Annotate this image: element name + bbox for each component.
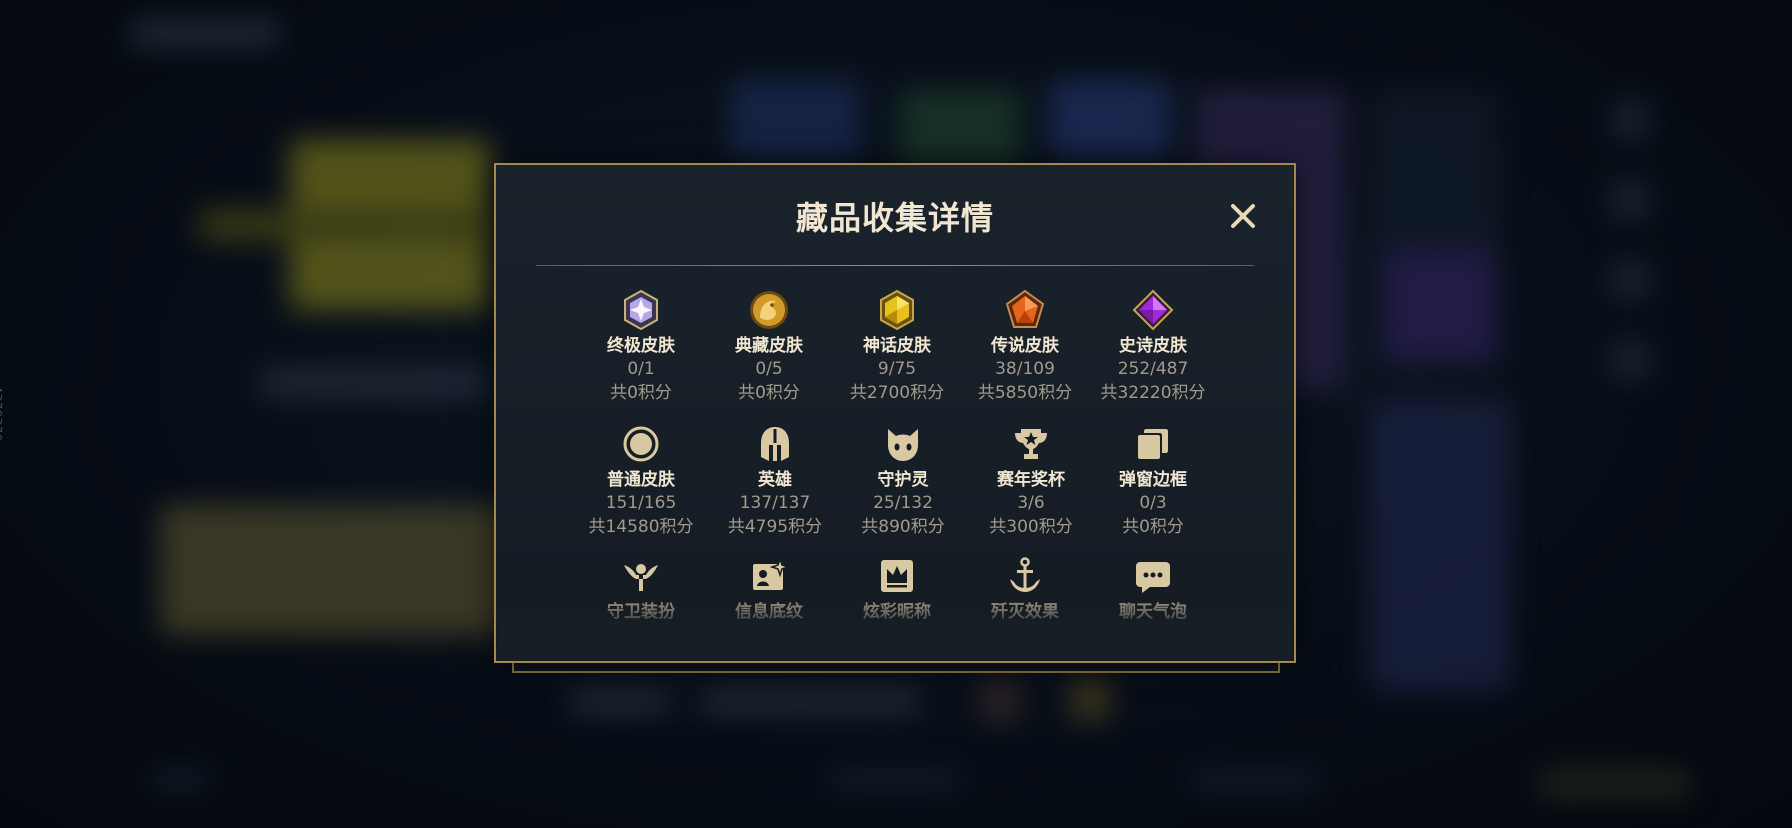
item-label: 信息底纹 xyxy=(735,602,803,622)
item-points: 共2700积分 xyxy=(849,383,945,403)
item-count: 137/137 xyxy=(739,493,811,513)
info-banner-icon xyxy=(753,556,790,590)
item-label: 歼灭效果 xyxy=(991,602,1059,622)
ultimate-skin-icon xyxy=(624,289,658,331)
close-button[interactable] xyxy=(1228,201,1258,231)
collection-item-mythic-skin[interactable]: 神话皮肤 9/75 共2700积分 xyxy=(832,289,962,405)
little-legend-icon xyxy=(888,429,918,461)
item-points: 共14580积分 xyxy=(588,517,694,537)
collection-item-legendary-skin[interactable]: 传说皮肤 38/109 共5850积分 xyxy=(960,289,1090,405)
modal-footer-trim xyxy=(512,663,1280,673)
bg-side-button xyxy=(1610,260,1650,300)
ward-skin-icon xyxy=(624,564,658,591)
collection-item-little-legend[interactable]: 守护灵 25/132 共890积分 xyxy=(838,423,968,539)
item-label: 守护灵 xyxy=(877,470,929,490)
item-label: 聊天气泡 xyxy=(1119,602,1187,622)
item-count: 3/6 xyxy=(1017,493,1045,513)
nickname-crown-icon xyxy=(881,560,913,592)
item-points: 共0积分 xyxy=(610,383,672,403)
prestige-skin-icon xyxy=(750,291,788,329)
item-label: 英雄 xyxy=(758,470,792,490)
collection-item-info-banner[interactable]: 信息底纹 xyxy=(704,555,834,623)
title-divider xyxy=(536,265,1254,266)
bg-bar xyxy=(570,690,670,712)
item-label: 终极皮肤 xyxy=(607,336,675,356)
bg-tile xyxy=(900,90,1020,170)
bg-panel xyxy=(1370,400,1510,690)
standard-skin-icon xyxy=(623,426,659,462)
item-count: 0/1 xyxy=(627,359,655,379)
bg-tile xyxy=(730,80,860,160)
item-points: 共0积分 xyxy=(738,383,800,403)
item-count: 0/3 xyxy=(1139,493,1167,513)
stage: 4379370 藏品收集详情 终极皮肤 0/1 共0积分 典藏皮肤 0/5 共0… xyxy=(0,0,1792,828)
bg-bar xyxy=(700,690,920,712)
collection-item-annihilation[interactable]: 歼灭效果 xyxy=(960,555,1090,623)
collection-item-epic-skin[interactable]: 史诗皮肤 252/487 共32220积分 xyxy=(1088,289,1218,405)
item-points: 共0积分 xyxy=(1122,517,1184,537)
bg-bottom xyxy=(830,770,960,790)
collection-item-nickname[interactable]: 炫彩昵称 xyxy=(832,555,962,623)
item-label: 史诗皮肤 xyxy=(1119,336,1187,356)
item-label: 普通皮肤 xyxy=(607,470,675,490)
bg-orb xyxy=(1385,250,1495,360)
item-label: 赛年奖杯 xyxy=(997,470,1065,490)
item-label: 传说皮肤 xyxy=(991,336,1059,356)
trophy-icon xyxy=(1015,429,1047,459)
bg-bar xyxy=(1070,680,1110,720)
item-points: 共32220积分 xyxy=(1100,383,1206,403)
bg-bottom xyxy=(1190,770,1320,790)
item-points: 共5850积分 xyxy=(977,383,1073,403)
item-label: 守卫装扮 xyxy=(607,602,675,622)
bg-name xyxy=(260,370,490,396)
item-count: 0/5 xyxy=(755,359,783,379)
item-label: 弹窗边框 xyxy=(1119,470,1187,490)
bg-side-button xyxy=(1610,340,1650,380)
bg-emblem-wings xyxy=(200,210,500,240)
legendary-skin-icon xyxy=(1005,289,1045,328)
collection-item-champion[interactable]: 英雄 137/137 共4795积分 xyxy=(710,423,840,539)
side-id-text: 4379370 xyxy=(0,386,4,442)
bg-title xyxy=(130,20,280,46)
bg-side-button xyxy=(1610,100,1650,140)
mythic-skin-icon xyxy=(880,289,914,331)
popup-frame-icon xyxy=(1138,429,1168,459)
item-label: 炫彩昵称 xyxy=(863,602,931,622)
chat-bubble-icon xyxy=(1136,562,1170,593)
collection-item-trophy[interactable]: 赛年奖杯 3/6 共300积分 xyxy=(966,423,1096,539)
item-points: 共300积分 xyxy=(989,517,1073,537)
epic-skin-icon xyxy=(1132,289,1174,331)
item-count: 151/165 xyxy=(605,493,677,513)
collection-item-chat-bubble[interactable]: 聊天气泡 xyxy=(1088,555,1218,623)
collection-item-standard-skin[interactable]: 普通皮肤 151/165 共14580积分 xyxy=(576,423,706,539)
annihilation-effect-icon xyxy=(1010,557,1040,592)
collection-item-ultimate-skin[interactable]: 终极皮肤 0/1 共0积分 xyxy=(576,289,706,405)
collection-item-ward-skin[interactable]: 守卫装扮 xyxy=(576,555,706,623)
modal-title: 藏品收集详情 xyxy=(795,199,994,237)
bg-card xyxy=(160,505,520,635)
bg-bottom xyxy=(1540,770,1690,798)
collection-item-prestige-skin[interactable]: 典藏皮肤 0/5 共0积分 xyxy=(704,289,834,405)
item-count: 38/109 xyxy=(995,359,1055,379)
champion-helmet-icon xyxy=(761,427,789,461)
item-label: 神话皮肤 xyxy=(863,336,931,356)
collection-item-popup-frame[interactable]: 弹窗边框 0/3 共0积分 xyxy=(1088,423,1218,539)
bg-tile xyxy=(1050,80,1170,160)
bg-bottom xyxy=(150,770,210,790)
item-points: 共890积分 xyxy=(861,517,945,537)
item-count: 9/75 xyxy=(877,359,917,379)
bg-side-button xyxy=(1610,180,1650,220)
collection-details-modal: 藏品收集详情 终极皮肤 0/1 共0积分 典藏皮肤 0/5 共0积分 神话皮肤 … xyxy=(494,163,1296,663)
item-count: 25/132 xyxy=(873,493,933,513)
close-icon[interactable] xyxy=(1228,201,1258,231)
item-label: 典藏皮肤 xyxy=(735,336,803,356)
bg-bar xyxy=(980,680,1020,720)
item-count: 252/487 xyxy=(1117,359,1189,379)
item-points: 共4795积分 xyxy=(727,517,823,537)
